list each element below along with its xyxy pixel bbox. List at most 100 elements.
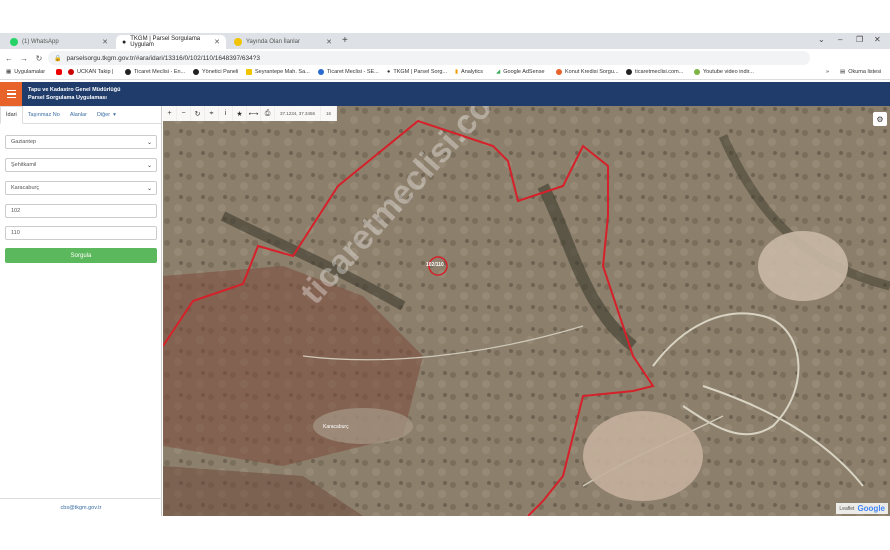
close-icon[interactable]: ✕ <box>326 38 332 46</box>
address-bar-row: ← → ↻ 🔒 parselsorgu.tkgm.gov.tr/#ara/ida… <box>0 49 890 111</box>
chevron-down-icon: ⌄ <box>146 139 152 146</box>
bookmark-label: TKGM | Parsel Sorg... <box>393 69 448 75</box>
bookmark-label: Konut Kredisi Sorgu... <box>565 69 619 75</box>
footer-email-link[interactable]: cbs@tkgm.gov.tr <box>0 498 162 516</box>
chevron-down-icon: ⌄ <box>146 162 152 169</box>
app-title: Tapu ve Kadastro Genel Müdürlüğü Parsel … <box>28 86 121 102</box>
query-button[interactable]: Sorgula <box>5 248 157 263</box>
parcel-label: 102/110 <box>426 262 444 268</box>
close-icon[interactable]: ✕ <box>102 38 108 46</box>
map-imagery <box>163 106 890 516</box>
bookmark-label: Seyrantepe Mah. Sa... <box>255 69 310 75</box>
refresh-icon[interactable]: ↻ <box>191 106 205 121</box>
caret-down-icon: ▾ <box>113 111 116 118</box>
bookmark-konut[interactable]: Konut Kredisi Sorgu... <box>556 69 619 75</box>
gear-icon[interactable]: ⚙ <box>873 112 887 126</box>
print-icon[interactable]: ⎙ <box>261 106 275 121</box>
province-select[interactable]: Gaziantep ⌄ <box>5 135 157 149</box>
tab-diger[interactable]: Diğer ▾ <box>92 106 121 124</box>
tab-tkgm[interactable]: ● TKGM | Parsel Sorgulama Uygulam ✕ <box>116 35 226 49</box>
bookmark-ticaretmeclisi[interactable]: ticaretmeclisi.com... <box>626 69 683 75</box>
maximize-icon[interactable]: ❐ <box>856 35 863 44</box>
tab-search-icon[interactable]: ⌄ <box>818 35 825 44</box>
reading-list[interactable]: ▤ Okuma listesi <box>840 69 881 75</box>
url-text: parselsorgu.tkgm.gov.tr/#ara/idari/13316… <box>66 54 260 62</box>
measure-icon[interactable]: ⟷ <box>247 106 261 121</box>
locate-icon[interactable]: ⌖ <box>205 106 219 121</box>
bookmark-label: Ticaret Meclisi - En... <box>134 69 186 75</box>
bookmark-uckan[interactable]: UCKAN Takip | <box>68 69 113 75</box>
info-icon[interactable]: i <box>219 106 233 121</box>
tab-tasinmaz-no[interactable]: Taşınmaz No <box>23 106 65 124</box>
tab-whatsapp[interactable]: (1) WhatsApp ✕ <box>4 35 114 49</box>
bookmark-seyrantepe[interactable]: Seyrantepe Mah. Sa... <box>246 69 310 75</box>
bookmark-icon <box>318 69 324 75</box>
url-input[interactable]: 🔒 parselsorgu.tkgm.gov.tr/#ara/idari/133… <box>48 51 810 65</box>
attribution-text[interactable]: Leaflet <box>839 506 854 512</box>
bookmarks-bar: ▦ Uygulamalar UCKAN Takip | Ticaret Mecl… <box>0 67 890 80</box>
bookmark-label: Ticaret Meclisi - SE... <box>327 69 379 75</box>
coordinate-readout: 37.1234, 37.3456 <box>275 106 322 121</box>
parcel-value: 110 <box>11 230 20 236</box>
zoom-out-icon[interactable]: − <box>177 106 191 121</box>
analytics-icon: ▮ <box>455 69 459 75</box>
tab-ilanlar[interactable]: Yayında Olan İlanlar ✕ <box>228 35 338 49</box>
bookmark-ticaret[interactable]: Ticaret Meclisi - En... <box>125 69 185 75</box>
back-icon[interactable]: ← <box>3 54 15 63</box>
bookmark-label: Analytics <box>461 69 484 75</box>
chevron-down-icon: ⌄ <box>146 185 152 192</box>
lock-icon: 🔒 <box>54 55 62 62</box>
app-title-line2: Parsel Sorgulama Uygulaması <box>28 95 107 101</box>
bookmark-apps[interactable]: ▦ Uygulamalar <box>6 69 45 75</box>
query-sidebar: İdari Taşınmaz No Alanlar Diğer ▾ Gazian… <box>0 105 162 516</box>
bookmark-icon <box>246 69 252 75</box>
bookmark-yonetici[interactable]: Yönetici Paneli <box>193 69 238 75</box>
reload-icon[interactable]: ↻ <box>33 54 45 63</box>
bookmark-label: Okuma listesi <box>848 69 882 75</box>
bookmark-analytics[interactable]: ▮ Analytics <box>455 69 483 75</box>
zoom-in-icon[interactable]: + <box>163 106 177 121</box>
bookmark-icon <box>193 69 199 75</box>
satellite-map[interactable]: + − ↻ ⌖ i ★ ⟷ ⎙ 37.1234, 37.3456 16 ⚙ 10… <box>163 106 890 516</box>
zoom-level-readout: 16 <box>321 106 338 121</box>
map-attribution: Leaflet Google <box>836 503 888 514</box>
tab-idari[interactable]: İdari <box>0 105 23 124</box>
minimize-icon[interactable]: – <box>838 35 842 44</box>
parcel-input[interactable]: 110 <box>5 226 157 240</box>
bookmark-label: Google AdSense <box>503 69 545 75</box>
district-select[interactable]: Şehitkamil ⌄ <box>5 158 157 172</box>
province-value: Gaziantep <box>11 139 37 145</box>
bookmark-youtube-indir[interactable]: Youtube video indir... <box>694 69 754 75</box>
tab-label: (1) WhatsApp <box>22 39 59 45</box>
bookmark-icon <box>68 69 74 75</box>
bookmark-youtube[interactable] <box>56 69 65 75</box>
new-tab-button[interactable]: + <box>342 35 348 46</box>
tab-alanlar[interactable]: Alanlar <box>65 106 92 124</box>
bookmark-label: ticaretmeclisi.com... <box>635 69 684 75</box>
more-bookmarks-icon[interactable]: » <box>826 69 829 75</box>
bookmark-adsense[interactable]: ◢ Google AdSense <box>496 69 545 75</box>
tab-label: TKGM | Parsel Sorgulama Uygulam <box>130 36 201 48</box>
forward-icon[interactable]: → <box>18 54 30 63</box>
neighborhood-select[interactable]: Karacaburç ⌄ <box>5 181 157 195</box>
block-input[interactable]: 102 <box>5 204 157 218</box>
tab-label: Yayında Olan İlanlar <box>246 39 300 45</box>
location-pin-icon: ● <box>122 38 127 46</box>
location-pin-icon: ● <box>387 69 391 75</box>
browser-tab-strip: (1) WhatsApp ✕ ● TKGM | Parsel Sorgulama… <box>0 33 890 49</box>
place-label: Karacaburç <box>323 424 349 430</box>
whatsapp-icon <box>10 38 18 46</box>
reading-list-icon: ▤ <box>840 69 846 75</box>
neighborhood-value: Karacaburç <box>11 185 40 191</box>
close-icon[interactable]: ✕ <box>214 38 220 46</box>
tab-label: Diğer <box>96 111 111 118</box>
bookmark-label: Uygulamalar <box>14 69 46 75</box>
close-window-icon[interactable]: ✕ <box>874 35 881 44</box>
hamburger-menu-button[interactable] <box>0 82 22 106</box>
bookmark-star-icon[interactable]: ★ <box>233 106 247 121</box>
app-title-line1: Tapu ve Kadastro Genel Müdürlüğü <box>28 87 121 93</box>
block-value: 102 <box>11 208 21 214</box>
bookmark-ticaret-se[interactable]: Ticaret Meclisi - SE... <box>318 69 379 75</box>
bookmark-icon <box>125 69 131 75</box>
bookmark-tkgm[interactable]: ● TKGM | Parsel Sorg... <box>387 69 447 75</box>
